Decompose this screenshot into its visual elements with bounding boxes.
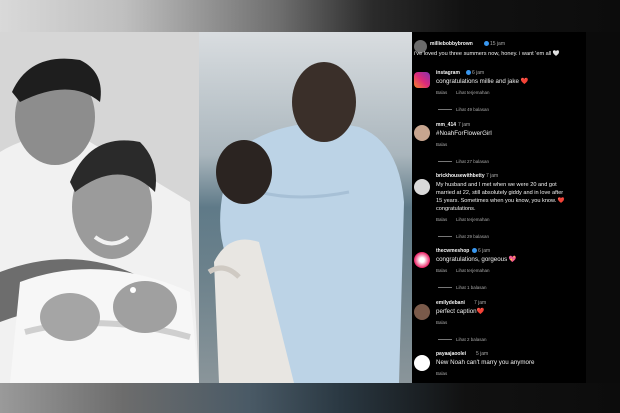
view-replies-link[interactable]: Lihat 49 balasan [438,107,489,112]
blurred-background-bottom [0,383,620,413]
comment-username[interactable]: instagram [436,70,460,76]
reply-link[interactable]: Balas [436,90,447,95]
couple-bw-illustration [0,32,199,383]
verified-badge-icon [484,41,489,46]
reply-link[interactable]: Balas [436,217,447,222]
comment-text: #NoahForFlowerGirl [436,130,492,137]
reply-link[interactable]: Balas [436,268,447,273]
avatar[interactable] [414,304,430,320]
photo-black-and-white [0,32,199,383]
verified-badge-icon [466,70,471,75]
comment-username[interactable]: thecwmeshop [436,248,469,254]
couple-beach-illustration [199,32,412,383]
avatar[interactable] [414,355,430,371]
caption-time: 15 jam [490,41,506,47]
comment-text-line: 15 years. Sometimes when you know, you k… [436,198,565,204]
avatar[interactable] [414,179,430,195]
photo-color-beach [199,32,412,383]
translate-link[interactable]: Lihat terjemahan [456,217,490,222]
view-replies-link[interactable]: Lihat 27 balasan [438,159,489,164]
translate-link[interactable]: Lihat terjemahan [456,268,490,273]
caption-username[interactable]: milliebobbybrown [430,41,473,47]
comment-text-line: My husband and I met when we were 20 and… [436,182,557,188]
instagram-logo-icon[interactable] [414,72,430,88]
verified-badge-icon [472,248,477,253]
comment-time: 7 jam [474,300,487,306]
comment-username[interactable]: payaajaoolei [436,351,466,357]
dark-side-margin [586,32,620,383]
comment-text: congratulations, gorgeous 💖 [436,256,517,263]
comment-time: 5 jam [476,351,489,357]
reply-link[interactable]: Balas [436,142,447,147]
comment-text-line: congratulations. [436,206,476,212]
comment-time: 6 jam [478,248,491,254]
view-replies-link[interactable]: Lihat 2 balasan [438,337,487,342]
reply-link[interactable]: Balas [436,371,447,376]
avatar[interactable] [414,252,430,268]
comment-username[interactable]: brickhousewithbetty [436,173,485,179]
comment-time: 6 jam [472,70,485,76]
comment-text: New Noah can't marry you anymore [436,359,535,366]
translate-link[interactable]: Lihat terjemahan [456,90,490,95]
comment-text: congratulations millie and jake ❤️ [436,78,529,85]
view-replies-link[interactable]: Lihat 29 balasan [438,234,489,239]
avatar[interactable] [414,125,430,141]
comment-text: perfect caption❤️ [436,308,485,315]
comment-text-line: married at 22, still absolutely giddy an… [436,190,564,196]
comments-panel: milliebobbybrown 15 jam i've loved you t… [412,32,586,383]
caption-text: i've loved you three summers now, honey.… [414,51,560,57]
comment-time: 7 jam [458,122,471,128]
comment-username[interactable]: emilydebani [436,300,465,306]
reply-link[interactable]: Balas [436,320,447,325]
blurred-background-top [0,0,620,32]
comment-username[interactable]: mm_414 [436,122,456,128]
comment-time: 7 jam [486,173,499,179]
view-replies-link[interactable]: Lihat 1 balasan [438,285,487,290]
